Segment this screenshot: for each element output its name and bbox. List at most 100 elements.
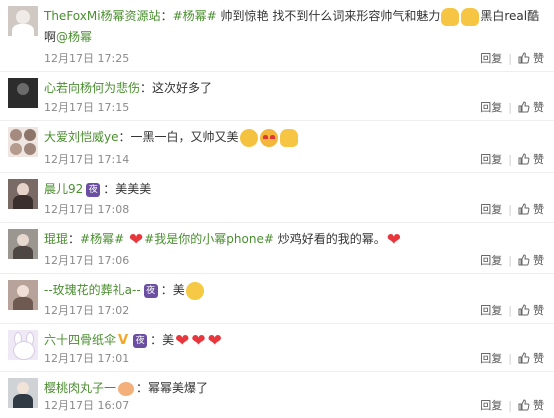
comment-time: 12月17日 17:08 xyxy=(44,203,130,216)
like-button[interactable]: 赞 xyxy=(518,99,544,115)
avatar[interactable] xyxy=(8,179,38,209)
comment-text: 樱桃肉丸子一 ：幂幂美爆了 xyxy=(44,381,209,396)
comment-text: 琨琨：#杨幂# ❤#我是你的小幂phone# 炒鸡好看的我的幂。❤ xyxy=(44,229,401,250)
reply-button[interactable]: 回复 xyxy=(480,350,502,366)
comment-text: TheFoxMi杨幂资源站：#杨幂# 帅到惊艳 找不到什么词来形容帅气和魅力 黑白… xyxy=(44,7,540,44)
comment-item: 樱桃肉丸子一 ：幂幂美爆了 12月17日 16:07 回复 | 赞 xyxy=(0,372,554,418)
pray-icon xyxy=(461,7,480,26)
verified-badge: V xyxy=(118,333,129,348)
comment-time: 12月17日 17:14 xyxy=(44,153,130,166)
reply-button[interactable]: 回复 xyxy=(480,302,502,318)
member-badge: 夜 xyxy=(86,182,101,197)
comment-username[interactable]: 六十四骨纸伞 xyxy=(44,333,116,347)
action-divider: | xyxy=(508,303,512,317)
comment-actions: 回复 | 赞 xyxy=(480,252,544,268)
heart-icon: ❤ xyxy=(191,330,206,351)
avatar[interactable] xyxy=(8,6,38,36)
like-button[interactable]: 赞 xyxy=(518,397,544,413)
pig-icon xyxy=(118,381,135,396)
like-button[interactable]: 赞 xyxy=(518,302,544,318)
comment-item: TheFoxMi杨幂资源站：#杨幂# 帅到惊艳 找不到什么词来形容帅气和魅力 黑白… xyxy=(0,0,554,72)
like-button[interactable]: 赞 xyxy=(518,50,544,66)
comment-username[interactable]: TheFoxMi杨幂资源站 xyxy=(44,9,161,23)
thumbs-up-icon xyxy=(518,101,530,113)
comment-item: 大爱刘恺威ye：一黑一白，又帅又美 12月17日 17:14 回复 | 赞 xyxy=(0,121,554,173)
thumbs-up-icon xyxy=(518,352,530,364)
action-divider: | xyxy=(508,152,512,166)
comment-username[interactable]: 琨琨 xyxy=(44,232,68,246)
comment-actions: 回复 | 赞 xyxy=(480,350,544,366)
comment-actions: 回复 | 赞 xyxy=(480,50,544,66)
comment-item: 晨儿92 夜：美美美 12月17日 17:08 回复 | 赞 xyxy=(0,173,554,223)
comment-text: --玫瑰花的葬礼a-- 夜：美 xyxy=(44,280,546,301)
comment-item: 琨琨：#杨幂# ❤#我是你的小幂phone# 炒鸡好看的我的幂。❤ 12月17日… xyxy=(0,223,554,274)
action-divider: | xyxy=(508,100,512,114)
like-button[interactable]: 赞 xyxy=(518,151,544,167)
reply-button[interactable]: 回复 xyxy=(480,201,502,217)
topic-tag[interactable]: #杨幂# xyxy=(80,232,124,246)
avatar[interactable] xyxy=(8,229,38,259)
mention-link[interactable]: @杨幂 xyxy=(56,30,92,44)
action-divider: | xyxy=(508,351,512,365)
avatar[interactable] xyxy=(8,78,38,108)
reply-button[interactable]: 回复 xyxy=(480,151,502,167)
like-button[interactable]: 赞 xyxy=(518,201,544,217)
topic-tag[interactable]: #杨幂# xyxy=(173,9,217,23)
thumbs-up-icon xyxy=(518,153,530,165)
action-divider: | xyxy=(508,253,512,267)
comment-text: 晨儿92 夜：美美美 xyxy=(44,182,152,197)
comment-username[interactable]: 樱桃肉丸子一 xyxy=(44,381,116,395)
reply-button[interactable]: 回复 xyxy=(480,50,502,66)
reply-button[interactable]: 回复 xyxy=(480,397,502,413)
comment-actions: 回复 | 赞 xyxy=(480,397,544,413)
heart-eyes-icon xyxy=(259,128,278,147)
comment-actions: 回复 | 赞 xyxy=(480,201,544,217)
comment-item: 六十四骨纸伞 V 夜：美❤ ❤ ❤ 12月17日 17:01 回复 | 赞 xyxy=(0,324,554,372)
comment-text: 大爱刘恺威ye：一黑一白，又帅又美 xyxy=(44,127,546,148)
comment-item: 心若向杨何为悲伤：这次好多了 12月17日 17:15 回复 | 赞 xyxy=(0,72,554,121)
comment-username[interactable]: --玫瑰花的葬礼a-- xyxy=(44,283,141,297)
avatar[interactable] xyxy=(8,127,38,157)
relieved-face-icon xyxy=(185,281,204,300)
like-button[interactable]: 赞 xyxy=(518,252,544,268)
heart-icon: ❤ xyxy=(128,229,144,250)
heart-icon: ❤ xyxy=(386,229,401,250)
action-divider: | xyxy=(508,398,512,412)
comment-time: 12月17日 17:02 xyxy=(44,304,130,317)
comment-actions: 回复 | 赞 xyxy=(480,99,544,115)
comment-username[interactable]: 心若向杨何为悲伤 xyxy=(44,81,140,95)
topic-tag[interactable]: #我是你的小幂phone# xyxy=(144,232,274,246)
comment-actions: 回复 | 赞 xyxy=(480,151,544,167)
comment-username[interactable]: 大爱刘恺威ye xyxy=(44,130,119,144)
comment-username[interactable]: 晨儿92 xyxy=(44,182,83,196)
comment-item: --玫瑰花的葬礼a-- 夜：美 12月17日 17:02 回复 | 赞 xyxy=(0,274,554,324)
comment-text: 心若向杨何为悲伤：这次好多了 xyxy=(44,81,213,95)
thumbs-up-icon xyxy=(518,304,530,316)
thumbs-up-icon xyxy=(518,254,530,266)
avatar[interactable] xyxy=(8,330,38,360)
comment-time: 12月17日 17:15 xyxy=(44,101,130,114)
action-divider: | xyxy=(508,51,512,65)
comment-time: 12月17日 17:01 xyxy=(44,352,130,365)
action-divider: | xyxy=(508,202,512,216)
heart-icon: ❤ xyxy=(207,330,222,351)
thumbs-up-icon xyxy=(518,52,530,64)
thumbs-up-icon xyxy=(518,203,530,215)
avatar[interactable] xyxy=(8,378,38,408)
avatar[interactable] xyxy=(8,280,38,310)
thumbs-up-icon xyxy=(518,399,530,411)
comment-time: 12月17日 16:07 xyxy=(44,399,130,412)
heart-icon: ❤ xyxy=(175,330,190,351)
reply-button[interactable]: 回复 xyxy=(480,252,502,268)
member-badge: 夜 xyxy=(133,333,148,348)
pray-icon xyxy=(441,7,460,26)
laughing-icon xyxy=(239,128,258,147)
comment-actions: 回复 | 赞 xyxy=(480,302,544,318)
pray-icon xyxy=(279,128,298,147)
comment-time: 12月17日 17:06 xyxy=(44,254,130,267)
like-button[interactable]: 赞 xyxy=(518,350,544,366)
comment-text: 六十四骨纸伞 V 夜：美❤ ❤ ❤ xyxy=(44,330,222,351)
member-badge: 夜 xyxy=(143,283,158,298)
comment-time: 12月17日 17:25 xyxy=(44,52,130,65)
reply-button[interactable]: 回复 xyxy=(480,99,502,115)
